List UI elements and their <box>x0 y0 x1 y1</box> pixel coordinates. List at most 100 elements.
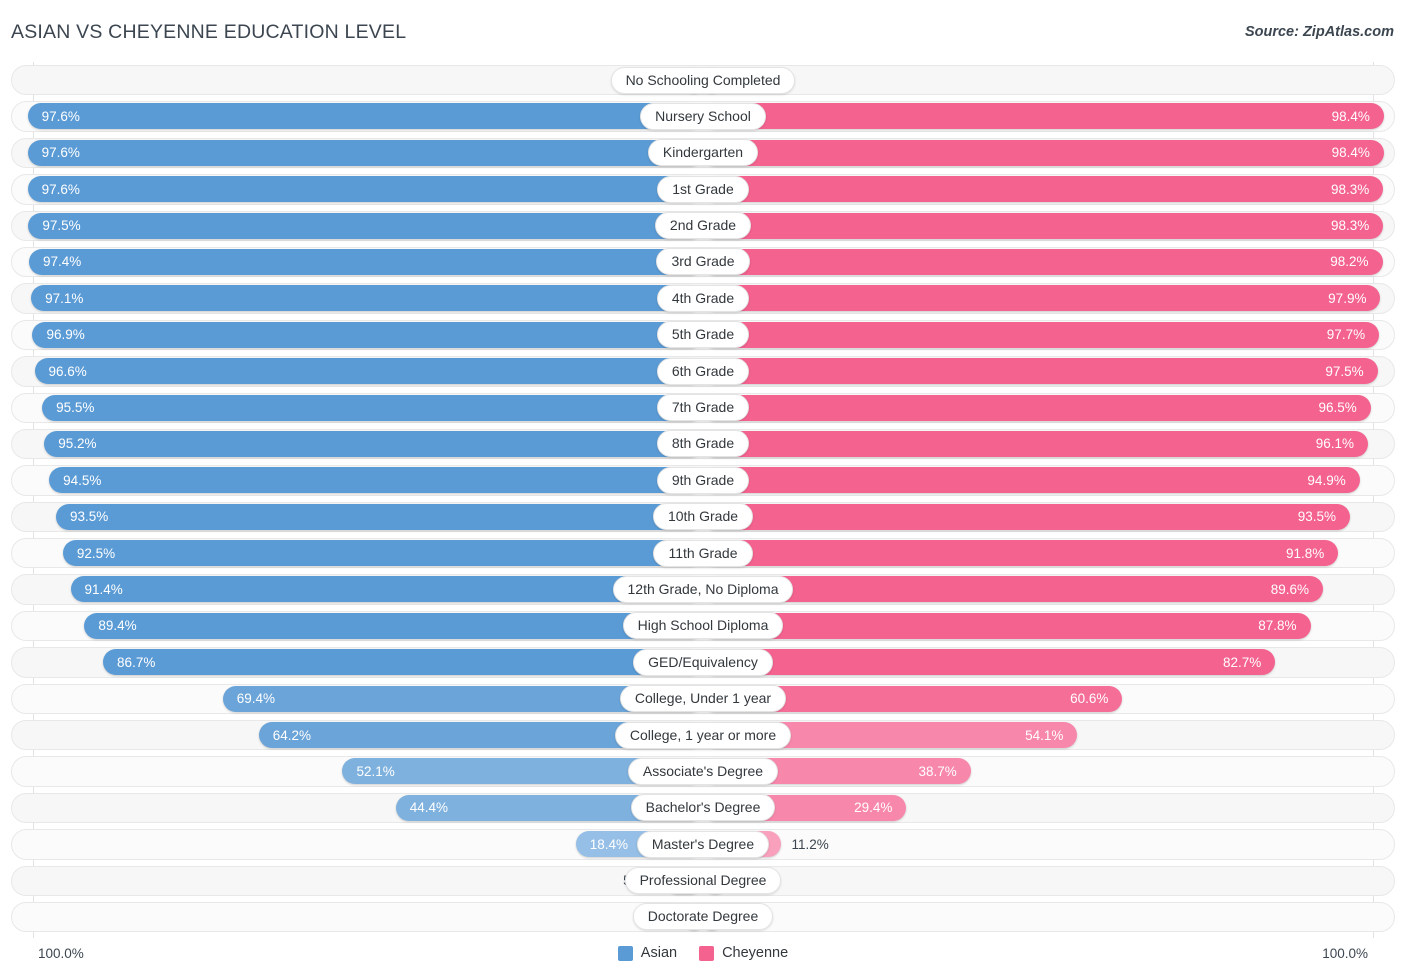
asian-bar[interactable]: 91.4% <box>70 576 703 603</box>
asian-value-label: 69.4% <box>236 691 276 707</box>
legend-swatch-icon <box>699 945 715 961</box>
asian-bar[interactable]: 97.4% <box>29 248 703 275</box>
asian-value-label: 52.1% <box>356 763 395 779</box>
cheyenne-bar-container: 96.1% <box>703 430 1406 457</box>
asian-value-label: 5.5% <box>623 873 654 889</box>
cheyenne-bar[interactable]: 97.5% <box>703 358 1378 385</box>
cheyenne-value-label: 60.6% <box>1070 691 1109 707</box>
cheyenne-bar-container: 89.6% <box>703 576 1406 603</box>
cheyenne-bar[interactable] <box>703 903 721 930</box>
asian-value-label: 95.2% <box>58 436 97 452</box>
asian-bar[interactable]: 97.6% <box>27 176 703 203</box>
cheyenne-value-label: 98.2% <box>1330 254 1369 270</box>
asian-bar[interactable]: 18.4% <box>575 831 703 858</box>
page-title: ASIAN VS CHEYENNE EDUCATION LEVEL <box>11 21 407 43</box>
asian-value-label: 91.4% <box>84 581 123 597</box>
bar-row: 96.9% 97.7% 5th Grade <box>0 317 1406 353</box>
asian-bar[interactable]: 92.5% <box>62 540 703 567</box>
asian-bar[interactable]: 64.2% <box>258 722 703 749</box>
asian-value-label: 89.4% <box>98 618 137 634</box>
asian-bar-container: 91.4% <box>0 576 703 603</box>
cheyenne-bar[interactable]: 98.3% <box>703 176 1384 203</box>
cheyenne-bar-container: 2.1% <box>703 67 1406 93</box>
bar-row: 91.4% 89.6% 12th Grade, No Diploma <box>0 571 1406 607</box>
cheyenne-value-label: 29.4% <box>854 800 893 816</box>
chart-legend: Asian Cheyenne <box>0 945 1406 961</box>
bar-row: 97.6% 98.4% Kindergarten <box>0 135 1406 171</box>
cheyenne-bar[interactable] <box>703 867 728 894</box>
cheyenne-bar-container: 60.6% <box>703 685 1406 712</box>
bar-row: 18.4% 11.2% Master's Degree <box>0 826 1406 862</box>
asian-bar[interactable] <box>664 867 703 894</box>
asian-bar[interactable]: 96.9% <box>32 321 703 348</box>
cheyenne-bar-container: 11.2% <box>703 831 1406 858</box>
bar-row: 69.4% 60.6% College, Under 1 year <box>0 681 1406 717</box>
cheyenne-bar[interactable]: 97.9% <box>703 285 1381 312</box>
asian-bar[interactable]: 95.2% <box>44 430 703 457</box>
legend-item[interactable]: Cheyenne <box>699 945 788 961</box>
asian-value-label: 64.2% <box>272 727 312 743</box>
cheyenne-bar-container: 87.8% <box>703 612 1406 639</box>
cheyenne-bar[interactable]: 93.5% <box>703 503 1351 530</box>
asian-bar[interactable]: 94.5% <box>49 467 703 494</box>
cheyenne-bar[interactable]: 87.8% <box>703 612 1311 639</box>
asian-bar[interactable]: 97.5% <box>28 212 703 239</box>
asian-bar[interactable]: 52.1% <box>342 758 703 785</box>
legend-item[interactable]: Asian <box>617 945 678 961</box>
cheyenne-bar[interactable]: 29.4% <box>703 794 907 821</box>
cheyenne-bar[interactable]: 97.7% <box>703 321 1380 348</box>
cheyenne-bar[interactable]: 98.4% <box>703 139 1384 166</box>
asian-bar-container: 92.5% <box>0 540 703 567</box>
bar-row: 97.1% 97.9% 4th Grade <box>0 280 1406 316</box>
cheyenne-bar-container: 93.5% <box>703 503 1406 530</box>
asian-bar[interactable]: 95.5% <box>42 394 703 421</box>
cheyenne-bar[interactable]: 38.7% <box>703 758 971 785</box>
cheyenne-bar-container: 29.4% <box>703 794 1406 821</box>
cheyenne-bar-container: 97.7% <box>703 321 1406 348</box>
asian-bar[interactable]: 89.4% <box>84 612 703 639</box>
cheyenne-value-label: 2.1% <box>732 72 763 88</box>
cheyenne-value-label: 94.9% <box>1307 472 1346 488</box>
cheyenne-bar[interactable]: 96.1% <box>703 430 1368 457</box>
asian-bar[interactable]: 69.4% <box>222 685 703 712</box>
asian-bar[interactable]: 96.6% <box>34 358 703 385</box>
cheyenne-bar[interactable]: 98.4% <box>703 103 1384 130</box>
cheyenne-bar[interactable]: 54.1% <box>703 722 1078 749</box>
cheyenne-bar[interactable]: 96.5% <box>703 394 1371 421</box>
asian-bar-container: 97.5% <box>0 212 703 239</box>
legend-label: Asian <box>640 945 678 961</box>
cheyenne-bar[interactable]: 89.6% <box>703 576 1324 603</box>
bar-row: 64.2% 54.1% College, 1 year or more <box>0 717 1406 753</box>
asian-bar[interactable]: 93.5% <box>55 503 703 530</box>
asian-bar-container: 2.4% <box>0 67 703 93</box>
asian-bar[interactable]: 86.7% <box>103 649 703 676</box>
asian-bar[interactable]: 44.4% <box>395 794 703 821</box>
cheyenne-bar[interactable]: 91.8% <box>703 540 1339 567</box>
cheyenne-bar[interactable]: 98.2% <box>703 248 1383 275</box>
asian-value-label: 86.7% <box>117 654 156 670</box>
bar-row: 5.5% 3.6% Professional Degree <box>0 863 1406 899</box>
cheyenne-bar[interactable]: 60.6% <box>703 685 1123 712</box>
cheyenne-bar-container: 54.1% <box>703 722 1406 749</box>
asian-bar[interactable] <box>685 67 703 93</box>
asian-bar[interactable] <box>685 903 703 930</box>
bar-row: 93.5% 93.5% 10th Grade <box>0 499 1406 535</box>
cheyenne-bar-container: 38.7% <box>703 758 1406 785</box>
bar-row: 92.5% 91.8% 11th Grade <box>0 535 1406 571</box>
cheyenne-bar[interactable]: 98.3% <box>703 212 1384 239</box>
asian-bar[interactable]: 97.1% <box>31 285 703 312</box>
asian-bar-container: 69.4% <box>0 685 703 712</box>
cheyenne-value-label: 96.1% <box>1315 436 1354 452</box>
legend-swatch-icon <box>617 945 633 961</box>
cheyenne-bar[interactable] <box>703 831 781 858</box>
asian-bar[interactable]: 97.6% <box>27 103 703 130</box>
asian-bar[interactable]: 97.6% <box>27 139 703 166</box>
cheyenne-bar[interactable]: 82.7% <box>703 649 1276 676</box>
asian-bar-container: 94.5% <box>0 467 703 494</box>
bar-row: 89.4% 87.8% High School Diploma <box>0 608 1406 644</box>
cheyenne-bar[interactable]: 94.9% <box>703 467 1360 494</box>
cheyenne-bar[interactable] <box>703 67 721 93</box>
cheyenne-value-label: 97.7% <box>1326 327 1366 343</box>
asian-value-label: 97.6% <box>41 108 80 124</box>
asian-value-label: 96.6% <box>48 363 87 379</box>
